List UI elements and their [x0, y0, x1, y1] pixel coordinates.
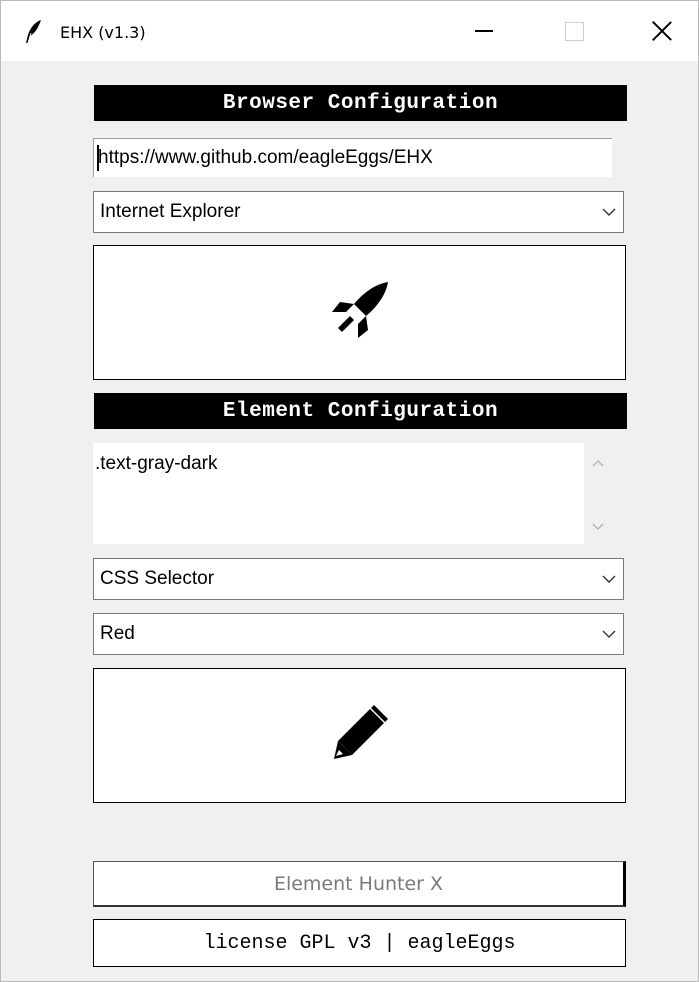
highlight-color-select[interactable]: Red: [93, 613, 624, 655]
app-name-label: Element Hunter X: [93, 861, 626, 907]
license-label: license GPL v3 | eagleEggs: [93, 919, 626, 967]
browser-select-value: Internet Explorer: [100, 201, 241, 222]
minimize-icon: [475, 30, 493, 32]
close-button[interactable]: [634, 1, 690, 61]
launch-browser-button[interactable]: [93, 245, 626, 380]
feather-icon: [23, 19, 45, 45]
browser-select[interactable]: Internet Explorer: [93, 191, 624, 233]
url-input[interactable]: https://www.github.com/eagleEggs/EHX: [93, 138, 612, 177]
textarea-scrollbar[interactable]: [584, 443, 612, 544]
url-value: https://www.github.com/eagleEggs/EHX: [98, 147, 433, 168]
chevron-down-icon[interactable]: [595, 192, 623, 232]
maximize-button[interactable]: [546, 1, 602, 61]
pencil-icon: [330, 703, 390, 768]
selector-textarea[interactable]: .text-gray-dark: [93, 443, 584, 544]
chevron-down-icon[interactable]: [584, 517, 612, 537]
chevron-down-icon[interactable]: [595, 614, 623, 654]
close-icon: [651, 20, 673, 42]
title-bar[interactable]: EHX (v1.3): [1, 1, 698, 61]
chevron-up-icon[interactable]: [584, 453, 612, 473]
window-title: EHX (v1.3): [60, 23, 146, 42]
minimize-button[interactable]: [456, 1, 512, 61]
highlight-element-button[interactable]: [93, 668, 626, 803]
highlight-color-value: Red: [100, 623, 135, 644]
maximize-icon: [564, 21, 584, 41]
text-caret: [97, 145, 99, 171]
app-window: EHX (v1.3) Browser Configuration https:/…: [0, 0, 699, 982]
browser-config-header: Browser Configuration: [94, 85, 627, 121]
selector-type-value: CSS Selector: [100, 568, 215, 589]
element-config-header: Element Configuration: [94, 393, 627, 429]
selector-type-select[interactable]: CSS Selector: [93, 558, 624, 600]
rocket-icon: [328, 278, 392, 347]
chevron-down-icon[interactable]: [595, 559, 623, 599]
